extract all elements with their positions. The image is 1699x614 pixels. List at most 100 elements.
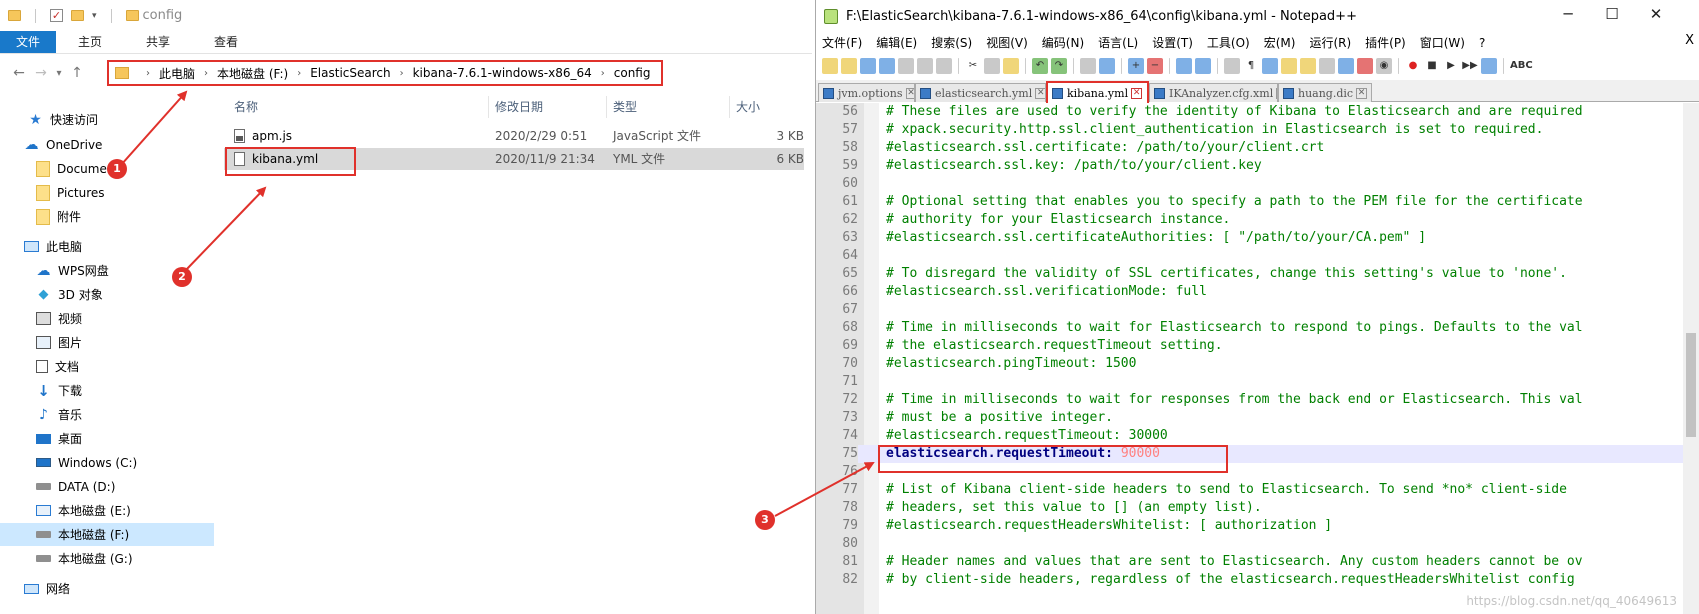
code-line[interactable]: 65 # To disregard the validity of SSL cer… — [816, 265, 1684, 283]
column-divider[interactable] — [729, 96, 730, 118]
spellcheck-icon[interactable]: ABC — [1510, 58, 1533, 74]
menu-run[interactable]: 运行(R) — [1309, 34, 1351, 51]
nav-this-pc[interactable]: 此电脑 — [24, 235, 82, 258]
new-file-icon[interactable] — [822, 57, 838, 74]
code-line[interactable]: 62 # authority for your Elasticsearch ins… — [816, 211, 1684, 229]
tab-huang-dic[interactable]: huang.dic ✕ — [1278, 83, 1372, 102]
breadcrumb-elasticsearch[interactable]: ElasticSearch — [310, 66, 390, 80]
folder-as-workspace-icon[interactable] — [1338, 57, 1354, 74]
show-all-characters-icon[interactable]: ¶ — [1243, 58, 1259, 74]
code-line[interactable]: 59 #elasticsearch.ssl.key: /path/to/your/… — [816, 157, 1684, 175]
properties-check-icon[interactable]: ✓ — [50, 9, 63, 22]
up-arrow-icon[interactable]: ↑ — [66, 65, 88, 81]
chevron-right-icon[interactable]: › — [601, 68, 605, 79]
code-line[interactable]: 81 # Header names and values that are sen… — [816, 553, 1684, 571]
close-all-icon[interactable] — [917, 57, 933, 74]
save-macro-icon[interactable] — [1481, 57, 1497, 74]
ribbon-tab-file[interactable]: 文件 — [0, 31, 57, 53]
replace-icon[interactable] — [1099, 57, 1115, 74]
sync-horizontal-icon[interactable] — [1195, 57, 1211, 74]
nav-images[interactable]: 图片 — [36, 331, 82, 354]
code-line[interactable]: 56 # These files are used to verify the i… — [816, 103, 1684, 121]
code-line[interactable]: 72 # Time in milliseconds to wait for res… — [816, 391, 1684, 409]
menu-encoding[interactable]: 编码(N) — [1042, 34, 1084, 51]
play-macro-icon[interactable]: ▶ — [1443, 58, 1459, 74]
tab-close-icon[interactable]: ✕ — [1131, 87, 1143, 99]
nav-onedrive[interactable]: ☁ OneDrive — [24, 133, 103, 156]
minimize-icon[interactable]: ─ — [1546, 5, 1590, 23]
save-all-icon[interactable] — [879, 57, 895, 74]
run-macro-multiple-icon[interactable]: ▶▶ — [1462, 58, 1478, 74]
menu-settings[interactable]: 设置(T) — [1152, 34, 1193, 51]
tab-jvm-options[interactable]: jvm.options ✕ — [818, 83, 915, 102]
nav-downloads[interactable]: ↓ 下载 — [36, 379, 82, 402]
column-header-date[interactable]: 修改日期 — [495, 96, 543, 118]
nav-videos[interactable]: 视频 — [36, 307, 82, 330]
code-line[interactable]: 66 #elasticsearch.ssl.verificationMode: f… — [816, 283, 1684, 301]
tab-kibana-yml[interactable]: kibana.yml ✕ — [1046, 81, 1149, 103]
breadcrumb-kibana[interactable]: kibana-7.6.1-windows-x86_64 — [413, 66, 592, 80]
word-wrap-icon[interactable] — [1224, 57, 1240, 74]
code-line[interactable]: 70 #elasticsearch.pingTimeout: 1500 — [816, 355, 1684, 373]
ribbon-tab-view[interactable]: 查看 — [192, 31, 260, 53]
eye-icon[interactable]: ◉ — [1376, 57, 1392, 74]
user-language-icon[interactable] — [1281, 57, 1297, 74]
menu-edit[interactable]: 编辑(E) — [876, 34, 917, 51]
menu-macro[interactable]: 宏(M) — [1264, 34, 1296, 51]
code-line[interactable]: 64 — [816, 247, 1684, 265]
close-file-icon[interactable] — [898, 57, 914, 74]
zoom-out-icon[interactable]: − — [1147, 57, 1163, 74]
code-line[interactable]: 67 — [816, 301, 1684, 319]
code-line[interactable]: 73 # must be a positive integer. — [816, 409, 1684, 427]
recent-dropdown-icon[interactable]: ▾ — [52, 68, 66, 79]
new-folder-icon[interactable] — [71, 10, 84, 21]
nav-desktop[interactable]: 桌面 — [36, 427, 82, 450]
nav-music[interactable]: ♪ 音乐 — [36, 403, 82, 426]
scrollbar-thumb[interactable] — [1686, 333, 1696, 437]
undo-icon[interactable]: ↶ — [1032, 57, 1048, 74]
function-list-icon[interactable] — [1319, 57, 1335, 74]
code-line[interactable]: 79 #elasticsearch.requestHeadersWhitelist… — [816, 517, 1684, 535]
menu-plugins[interactable]: 插件(P) — [1365, 34, 1406, 51]
nav-drive-c[interactable]: Windows (C:) — [36, 451, 137, 474]
code-line[interactable]: 77 # List of Kibana client-side headers t… — [816, 481, 1684, 499]
redo-icon[interactable]: ↷ — [1051, 57, 1067, 74]
indent-guide-icon[interactable] — [1262, 57, 1278, 74]
print-icon[interactable] — [936, 57, 952, 74]
stop-macro-icon[interactable]: ■ — [1424, 58, 1440, 74]
tab-close-icon[interactable]: ✕ — [1356, 87, 1368, 99]
maximize-icon[interactable]: ☐ — [1590, 5, 1634, 23]
breadcrumb-this-pc[interactable]: 此电脑 — [159, 65, 195, 82]
code-line[interactable]: 82 # by client-side headers, regardless o… — [816, 571, 1684, 589]
chevron-right-icon[interactable]: › — [400, 68, 404, 79]
folder-icon[interactable] — [8, 10, 21, 21]
sync-vertical-icon[interactable] — [1176, 57, 1192, 74]
nav-drive-g[interactable]: 本地磁盘 (G:) — [36, 547, 133, 570]
code-line[interactable]: 71 — [816, 373, 1684, 391]
back-arrow-icon[interactable]: ← — [8, 65, 30, 81]
menu-view[interactable]: 视图(V) — [986, 34, 1028, 51]
nav-attachments[interactable]: 附件 — [36, 205, 81, 228]
address-bar[interactable]: › 此电脑 › 本地磁盘 (F:) › ElasticSearch › kiba… — [107, 60, 663, 86]
code-editor[interactable]: 56 # These files are used to verify the i… — [816, 103, 1684, 614]
column-header-name[interactable]: 名称 — [234, 96, 258, 118]
nav-quick-access[interactable]: ★ 快速访问 — [28, 108, 98, 131]
breadcrumb-drive-f[interactable]: 本地磁盘 (F:) — [217, 65, 288, 82]
quick-access-dropdown-icon[interactable]: ▾ — [92, 11, 97, 21]
chevron-right-icon[interactable]: › — [146, 68, 150, 79]
menu-file[interactable]: 文件(F) — [822, 34, 862, 51]
nav-wps-drive[interactable]: ☁ WPS网盘 — [36, 259, 109, 282]
forward-arrow-icon[interactable]: → — [30, 65, 52, 81]
record-macro-icon[interactable]: ● — [1405, 58, 1421, 74]
code-line[interactable]: 61 # Optional setting that enables you to… — [816, 193, 1684, 211]
menu-window[interactable]: 窗口(W) — [1420, 34, 1465, 51]
nav-drive-f[interactable]: 本地磁盘 (F:) — [0, 523, 214, 546]
ribbon-tab-share[interactable]: 共享 — [124, 31, 192, 53]
breadcrumb-config[interactable]: config — [614, 66, 651, 80]
code-line[interactable]: 60 — [816, 175, 1684, 193]
menu-help[interactable]: ? — [1479, 36, 1485, 50]
code-line[interactable]: 58 #elasticsearch.ssl.certificate: /path/… — [816, 139, 1684, 157]
column-divider[interactable] — [488, 96, 489, 118]
code-line[interactable]: 80 — [816, 535, 1684, 553]
code-line[interactable]: 69 # the elasticsearch.requestTimeout set… — [816, 337, 1684, 355]
